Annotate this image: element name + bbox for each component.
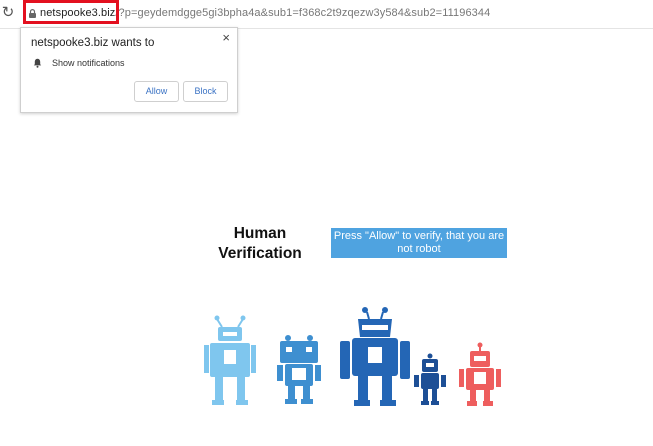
page-heading: Human Verification [218, 225, 302, 262]
block-button[interactable]: Block [183, 81, 228, 102]
highlight-box [23, 0, 119, 24]
url-path: /?p=geydemdgge5gi3bpha4a&sub1=f368c2t9zq… [115, 7, 491, 19]
reload-icon[interactable]: ↻ [1, 5, 15, 21]
robot-dark-blue [340, 307, 410, 406]
robot-blue [277, 335, 321, 404]
popup-title: netspooke3.biz wants to [31, 37, 155, 49]
permission-label: Show notifications [52, 58, 125, 68]
robot-red [459, 342, 501, 406]
robot-navy [414, 353, 446, 405]
bell-icon [33, 58, 42, 68]
verify-banner: Press "Allow" to verify, that you are no… [331, 228, 507, 258]
robot-light-blue [204, 315, 256, 405]
allow-button[interactable]: Allow [134, 81, 179, 102]
address-bar: ↻ netspooke3.biz/?p=geydemdgge5gi3bpha4a… [0, 0, 653, 29]
notification-permission-popup: netspooke3.biz wants to × Show notificat… [20, 27, 238, 113]
robots-illustration [204, 307, 501, 406]
close-icon[interactable]: × [222, 30, 230, 45]
